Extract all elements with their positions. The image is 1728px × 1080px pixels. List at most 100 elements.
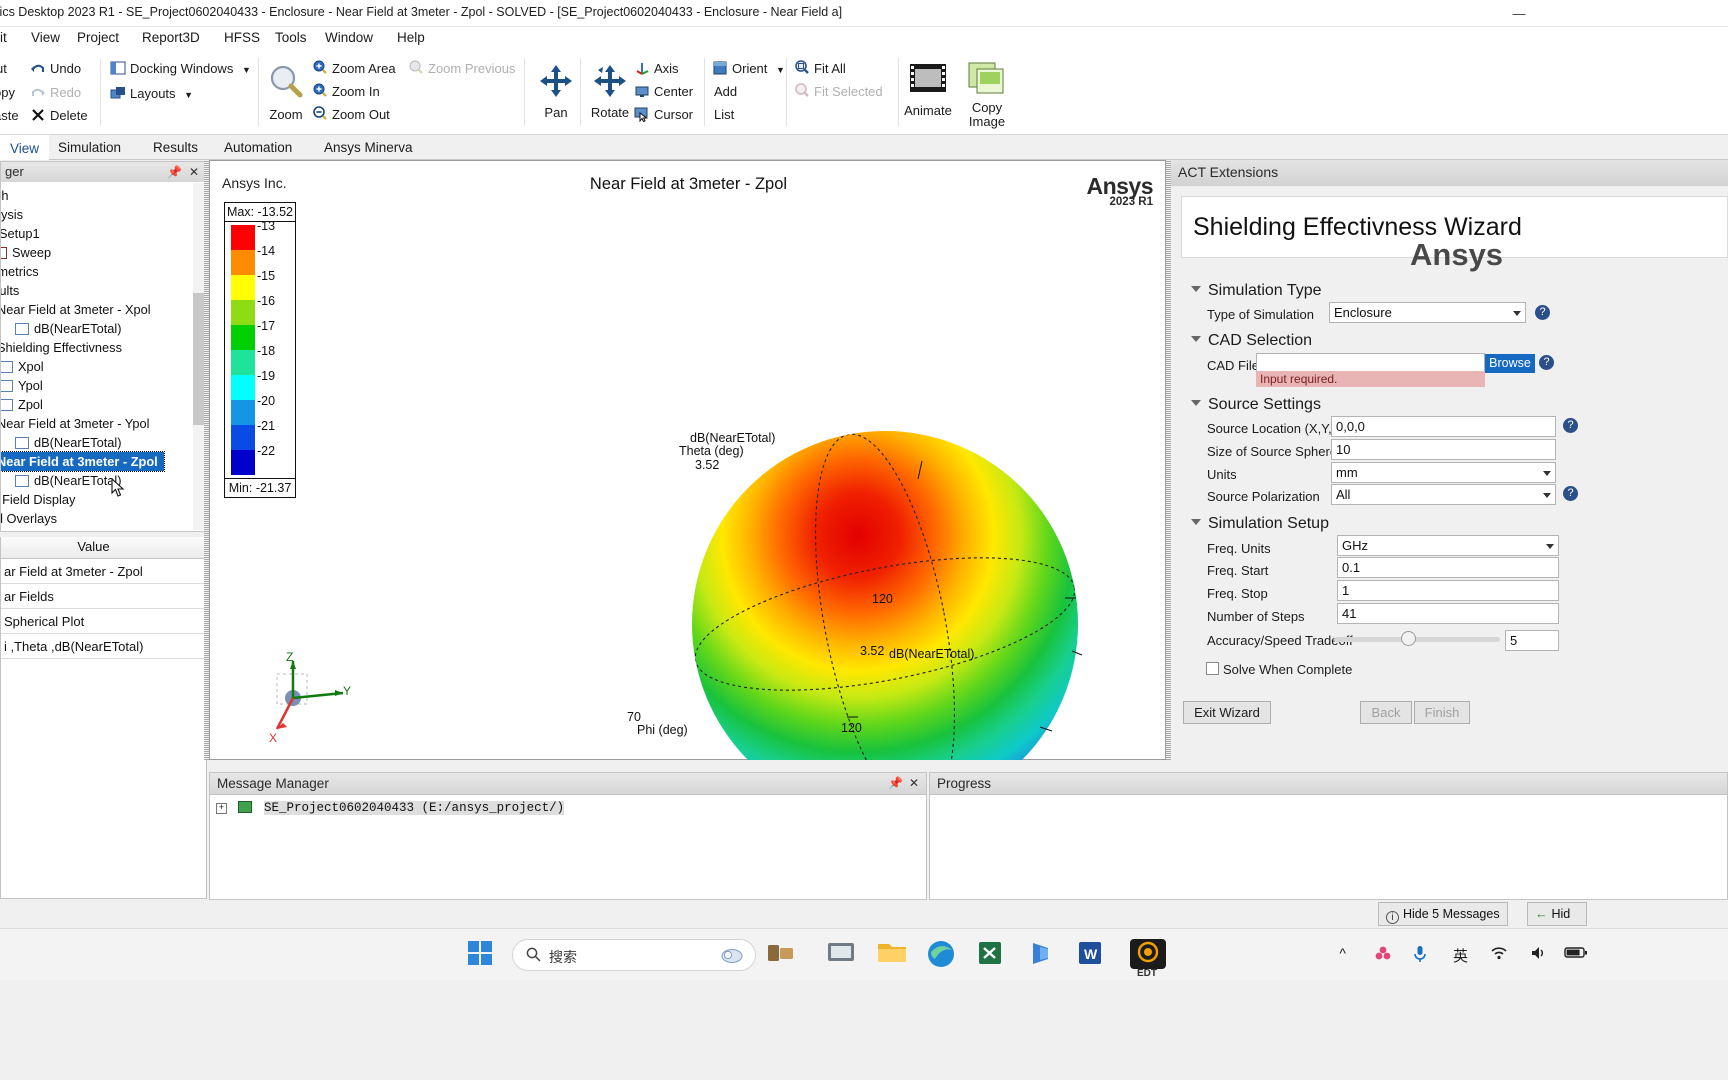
orient-button[interactable]: Orient ▼	[712, 58, 785, 80]
help-icon-source-location[interactable]: ?	[1563, 418, 1578, 433]
tree-item-db-zpol[interactable]: dB(NearETotal)	[15, 471, 121, 490]
menu-report3d[interactable]: Report3D	[137, 30, 205, 48]
animate-button[interactable]: Animate	[900, 60, 956, 118]
menu-edit[interactable]: lit	[0, 30, 12, 48]
word-icon[interactable]: W	[1076, 939, 1108, 971]
ribbon-copy[interactable]: opy	[0, 82, 15, 104]
tree-item-xpol[interactable]: Xpol	[1, 357, 44, 376]
collapse-triangle-icon-4[interactable]	[1191, 519, 1201, 525]
file-explorer-icon[interactable]	[876, 939, 908, 971]
rotate-axis-button[interactable]: Axis	[634, 58, 679, 80]
tab-automation[interactable]: Automation	[214, 135, 302, 160]
taskbar-search[interactable]: 搜索	[512, 939, 756, 971]
tab-ansys-minerva[interactable]: Ansys Minerva	[314, 135, 423, 160]
collapse-triangle-icon-3[interactable]	[1191, 400, 1201, 406]
input-number-of-steps[interactable]: 41	[1337, 603, 1559, 624]
rotate-button[interactable]: Rotate	[582, 62, 638, 120]
orient-list-button[interactable]: List	[714, 104, 734, 126]
tree-item-nf-ypol[interactable]: Near Field at 3meter - Ypol	[1, 414, 149, 433]
volume-icon[interactable]	[1530, 945, 1548, 964]
tree-item-sweep[interactable]: Sweep	[1, 243, 51, 262]
chevron-down-icon-freq-units[interactable]	[1546, 544, 1554, 549]
wifi-icon[interactable]	[1490, 945, 1508, 964]
message-row[interactable]: + SE_Project0602040433 (E:/ansys_project…	[216, 801, 565, 815]
tab-view[interactable]: View	[0, 135, 50, 160]
tree-item-analysis[interactable]: alysis	[1, 205, 23, 224]
menu-tools[interactable]: Tools	[270, 30, 312, 48]
taskview-icon[interactable]	[766, 939, 798, 971]
hide-secondary-button[interactable]: ← Hid	[1527, 902, 1587, 926]
property-row-0[interactable]: ar Field at 3meter - Zpol	[1, 559, 206, 584]
property-row-2[interactable]: Spherical Plot	[1, 609, 206, 634]
tree-item-optimetrics[interactable]: timetrics	[1, 262, 39, 281]
project-tree[interactable]: sh alysis Setup1 Sweep timetrics sults N…	[0, 182, 207, 532]
pan-button[interactable]: Pan	[528, 62, 584, 120]
collapse-triangle-icon-1[interactable]	[1191, 286, 1201, 292]
zoom-in-button[interactable]: Zoom In	[312, 81, 380, 103]
zoom-out-button[interactable]: Zoom Out	[312, 104, 390, 126]
menu-project[interactable]: Project	[72, 30, 124, 48]
section-simulation-setup[interactable]: Simulation Setup	[1191, 515, 1329, 533]
tab-simulation[interactable]: Simulation	[48, 135, 131, 160]
menu-view[interactable]: View	[26, 30, 65, 48]
tab-results[interactable]: Results	[143, 135, 208, 160]
zoom-area-button[interactable]: Zoom Area	[312, 58, 396, 80]
property-row-1[interactable]: ar Fields	[1, 584, 206, 609]
flower-icon[interactable]	[1374, 945, 1392, 966]
select-freq-units[interactable]: GHz	[1337, 535, 1559, 556]
tree-item-radiation[interactable]: diation	[1, 528, 33, 531]
minimize-button[interactable]: —	[1496, 0, 1542, 27]
orient-add-button[interactable]: Add	[714, 81, 737, 103]
tree-item-field-display[interactable]: t Field Display	[1, 490, 75, 509]
tree-item-field-overlays[interactable]: ld Overlays	[1, 509, 57, 528]
tree-item-ypol[interactable]: Ypol	[1, 376, 43, 395]
exit-wizard-button[interactable]: Exit Wizard	[1183, 701, 1271, 724]
menu-window[interactable]: Window	[320, 30, 378, 48]
select-units[interactable]: mm	[1331, 462, 1556, 483]
select-type-of-simulation[interactable]: Enclosure	[1329, 302, 1526, 323]
input-size-of-source-sphere[interactable]: 10	[1331, 439, 1556, 460]
layouts-button[interactable]: Layouts ▼	[110, 83, 193, 105]
help-icon-cad-selection[interactable]: ?	[1539, 355, 1554, 370]
collapse-triangle-icon-2[interactable]	[1191, 336, 1201, 342]
help-icon-source-polarization[interactable]: ?	[1563, 486, 1578, 501]
chevron-down-icon-3[interactable]: ▼	[776, 65, 785, 75]
undo-button[interactable]: Undo	[30, 58, 81, 80]
rotate-center-button[interactable]: Center	[634, 81, 693, 103]
start-button[interactable]	[466, 939, 498, 971]
browse-button[interactable]: Browse	[1485, 354, 1535, 373]
battery-icon[interactable]	[1564, 945, 1588, 962]
chevron-down-icon-sim-type[interactable]	[1513, 311, 1521, 316]
copilot-icon[interactable]	[721, 947, 743, 970]
chevron-down-icon-polarization[interactable]	[1543, 493, 1551, 498]
section-cad-selection[interactable]: CAD Selection	[1191, 332, 1312, 350]
delete-button[interactable]: Delete	[30, 105, 88, 127]
message-manager-pin-icon[interactable]: 📌	[888, 776, 903, 790]
rotate-cursor-button[interactable]: Cursor	[634, 104, 693, 126]
ansys-edt-icon[interactable]: EDT	[1126, 939, 1170, 979]
pin-icon[interactable]: 📌	[167, 165, 182, 179]
tree-item-mesh[interactable]: sh	[1, 186, 9, 205]
menu-help[interactable]: Help	[392, 30, 430, 48]
fit-all-button[interactable]: Fit All	[794, 58, 846, 80]
chevron-down-icon-2[interactable]: ▼	[184, 90, 193, 100]
section-simulation-type[interactable]: Simulation Type	[1191, 282, 1322, 300]
input-freq-start[interactable]: 0.1	[1337, 557, 1559, 578]
chevron-down-icon[interactable]: ▼	[242, 65, 251, 75]
tree-item-shielding-effectivness[interactable]: Shielding Effectivness	[1, 338, 122, 357]
tree-item-results[interactable]: sults	[1, 281, 19, 300]
menu-hfss[interactable]: HFSS	[219, 30, 265, 48]
select-source-polarization[interactable]: All	[1331, 484, 1556, 505]
horizontal-splitter[interactable]	[209, 760, 1728, 766]
section-source-settings[interactable]: Source Settings	[1191, 396, 1321, 414]
help-icon-simulation-type[interactable]: ?	[1535, 305, 1550, 320]
tree-item-db-xpol[interactable]: dB(NearETotal)	[15, 319, 121, 338]
checkbox-solve-when-complete[interactable]	[1206, 662, 1219, 675]
zoom-button[interactable]: Zoom	[258, 62, 314, 122]
edge-icon[interactable]	[926, 939, 958, 971]
ribbon-cut[interactable]: ut	[0, 58, 7, 80]
tree-item-zpol[interactable]: Zpol	[1, 395, 43, 414]
hide-messages-button[interactable]: i Hide 5 Messages	[1378, 902, 1508, 926]
accuracy-speed-slider-track[interactable]	[1334, 637, 1500, 642]
ribbon-paste[interactable]: aste	[0, 105, 19, 127]
